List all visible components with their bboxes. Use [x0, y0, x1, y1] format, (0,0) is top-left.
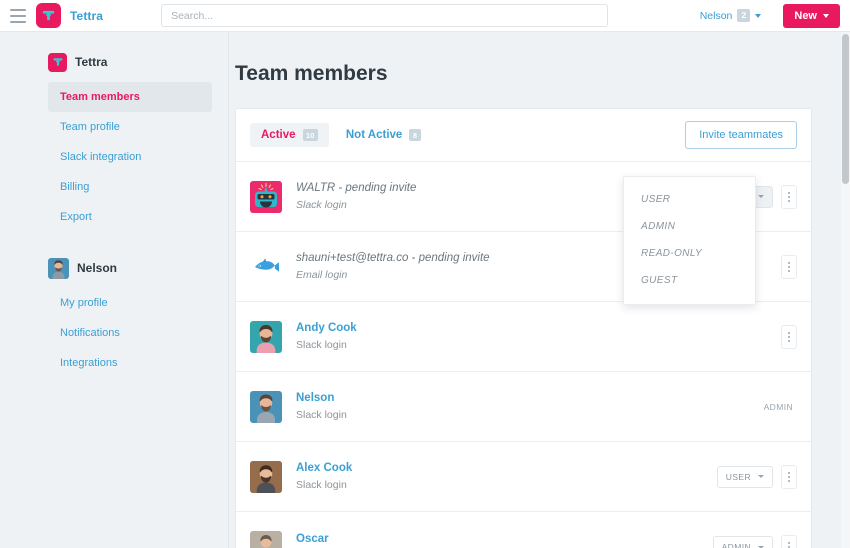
tab-active-label: Active [261, 129, 296, 141]
chevron-down-icon [823, 13, 829, 18]
role-dropdown-button[interactable]: ADMIN [712, 536, 773, 548]
row-options-menu-button[interactable] [781, 184, 797, 209]
member-info: Alex Cook Slack login [296, 462, 352, 491]
sidebar-item-integrations[interactable]: Integrations [48, 348, 212, 378]
sidebar-user-title: Nelson [77, 261, 118, 275]
member-login-type: Slack login [296, 199, 347, 211]
user-avatar-nelson [48, 257, 69, 279]
member-login-type: Email login [296, 269, 348, 281]
member-name[interactable]: Andy Cook [296, 322, 357, 334]
member-name[interactable]: Oscar [296, 533, 347, 545]
row-options-menu-button[interactable] [781, 464, 797, 489]
user-avatar-andy-cook [250, 320, 282, 353]
table-row: Nelson Slack login ADMIN [236, 372, 811, 442]
new-button-label: New [794, 9, 817, 22]
member-actions [781, 324, 797, 349]
search-input[interactable] [161, 4, 609, 27]
member-actions [781, 254, 797, 279]
member-name[interactable]: Alex Cook [296, 462, 352, 474]
chevron-down-icon [758, 195, 764, 198]
sidebar-item-notifications[interactable]: Notifications [48, 318, 212, 348]
main-content: Team members Active 10 Not Active 8 Invi… [229, 32, 850, 548]
row-options-menu-button[interactable] [781, 254, 797, 279]
sidebar-item-team-members[interactable]: Team members [48, 82, 212, 112]
user-notification-badge: 2 [737, 9, 751, 22]
row-options-menu-button[interactable] [781, 324, 797, 349]
sidebar-item-export[interactable]: Export [48, 202, 212, 232]
fish-avatar-shauni [250, 250, 282, 283]
role-label: USER [725, 471, 751, 482]
body-row: Tettra Team members Team profile Slack i… [0, 32, 850, 548]
tab-active-badge: 10 [302, 129, 318, 141]
member-info: shauni+test@tettra.co - pending invite E… [296, 252, 490, 281]
sidebar-item-billing[interactable]: Billing [48, 172, 212, 202]
member-info: WALTR - pending invite Slack login [296, 182, 416, 211]
sidebar: Tettra Team members Team profile Slack i… [0, 32, 229, 548]
role-option-user[interactable]: USER [624, 186, 755, 213]
tettra-logo-icon[interactable] [36, 3, 61, 28]
sidebar-team-nav: Team members Team profile Slack integrat… [0, 82, 228, 232]
vertical-scrollbar-track[interactable] [841, 32, 850, 548]
member-actions: USER [716, 464, 797, 489]
member-login-type: Slack login [296, 409, 347, 421]
tabs: Active 10 Not Active 8 [250, 123, 432, 147]
app-root: Tettra Nelson 2 New [0, 0, 850, 548]
invite-teammates-button[interactable]: Invite teammates [685, 121, 797, 149]
robot-avatar-waltr [250, 180, 282, 213]
card-header: Active 10 Not Active 8 Invite teammates [236, 109, 811, 162]
user-avatar-oscar [250, 531, 282, 548]
table-row: Andy Cook Slack login [236, 302, 811, 372]
member-info: Oscar Slack login [296, 533, 347, 548]
role-option-guest[interactable]: GUEST [624, 267, 755, 294]
member-info: Nelson Slack login [296, 392, 347, 421]
sidebar-team-title: Tettra [75, 55, 108, 69]
top-bar: Tettra Nelson 2 New [0, 0, 850, 32]
new-button[interactable]: New [783, 3, 840, 28]
member-actions: ADMIN [712, 535, 797, 548]
chevron-down-icon [758, 475, 764, 478]
member-login-type: Slack login [296, 479, 347, 491]
role-label: ADMIN [721, 542, 751, 548]
tettra-logo-icon [48, 52, 67, 72]
sidebar-item-slack-integration[interactable]: Slack integration [48, 142, 212, 172]
search-container [161, 4, 609, 27]
user-avatar-nelson [250, 390, 282, 423]
tab-not-active[interactable]: Not Active 8 [335, 123, 432, 147]
member-name: shauni+test@tettra.co - pending invite [296, 252, 490, 264]
role-option-admin[interactable]: ADMIN [624, 213, 755, 240]
member-info: Andy Cook Slack login [296, 322, 357, 351]
role-option-read-only[interactable]: READ-ONLY [624, 240, 755, 267]
hamburger-icon[interactable] [10, 8, 26, 23]
page-title: Team members [235, 62, 388, 85]
tab-not-active-badge: 8 [409, 129, 421, 141]
role-options-dropdown: USER ADMIN READ-ONLY GUEST [623, 176, 756, 305]
vertical-scrollbar-thumb[interactable] [842, 34, 849, 184]
member-name: WALTR - pending invite [296, 182, 417, 194]
sidebar-item-my-profile[interactable]: My profile [48, 288, 212, 318]
user-menu-name: Nelson [699, 9, 733, 22]
table-row: Oscar Slack login ADMIN [236, 512, 811, 548]
tab-active[interactable]: Active 10 [250, 123, 329, 147]
sidebar-team-header: Tettra [0, 48, 228, 76]
sidebar-item-team-profile[interactable]: Team profile [48, 112, 212, 142]
sidebar-user-header: Nelson [0, 254, 228, 282]
tab-not-active-label: Not Active [345, 129, 403, 141]
sidebar-user-nav: My profile Notifications Integrations [0, 288, 228, 378]
table-row: Alex Cook Slack login USER [236, 442, 811, 512]
top-bar-right: Nelson 2 New [700, 3, 840, 28]
member-actions: ADMIN [764, 402, 797, 412]
member-name[interactable]: Nelson [296, 392, 347, 404]
team-members-card: Active 10 Not Active 8 Invite teammates [235, 108, 812, 548]
chevron-down-icon [755, 13, 762, 18]
brand-name[interactable]: Tettra [70, 9, 103, 23]
user-menu[interactable]: Nelson 2 [700, 9, 762, 22]
role-label-static: ADMIN [763, 401, 793, 412]
row-options-menu-button[interactable] [781, 535, 797, 548]
member-login-type: Slack login [296, 339, 347, 351]
role-dropdown-button[interactable]: USER [716, 465, 773, 488]
user-avatar-alex-cook [250, 460, 282, 493]
